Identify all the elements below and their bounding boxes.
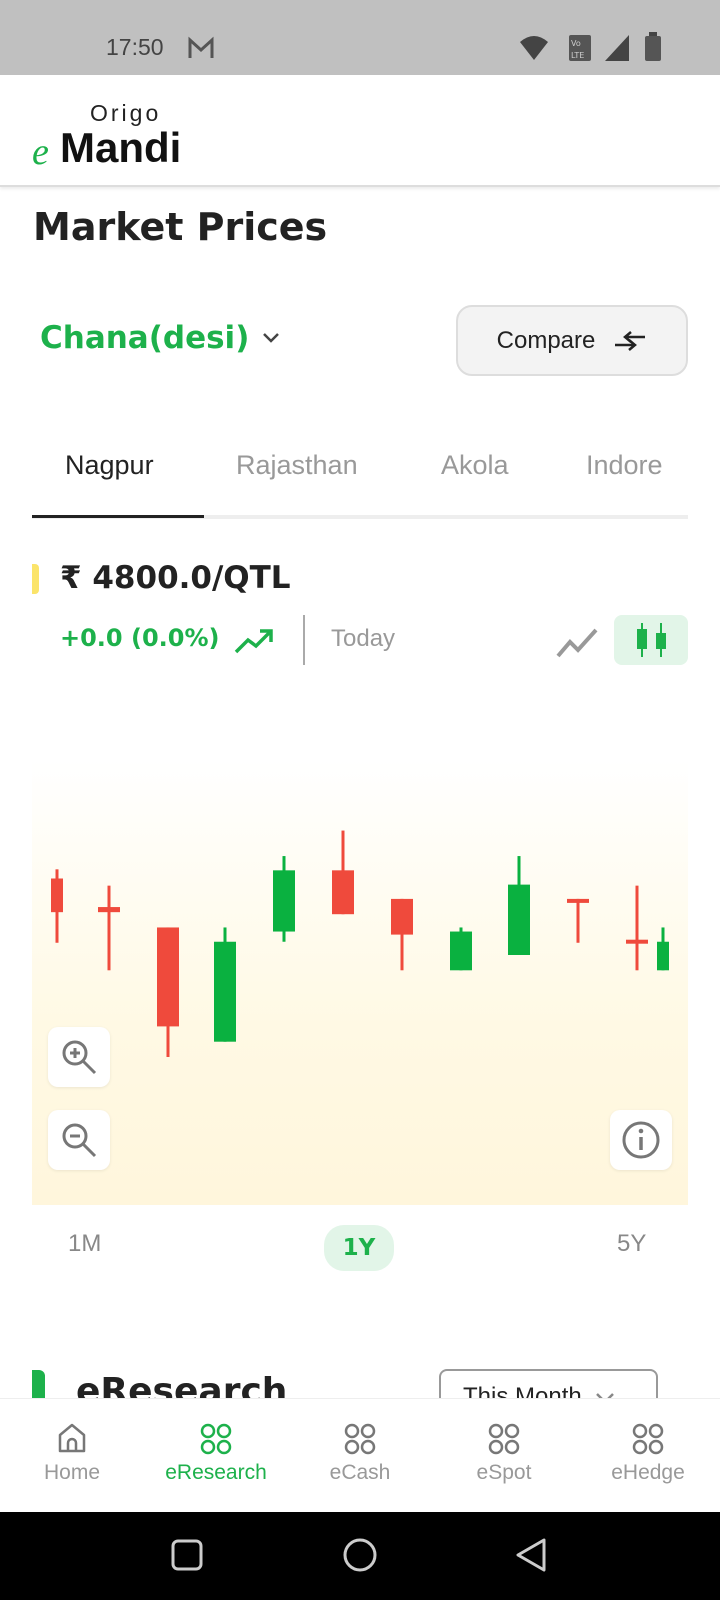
candle-body <box>98 907 120 913</box>
grid-icon <box>200 1423 232 1455</box>
candle-body <box>51 878 63 913</box>
grid-icon <box>344 1423 376 1455</box>
swap-arrows-icon <box>615 330 646 351</box>
candle-body <box>273 870 295 932</box>
candle-5 <box>273 856 295 942</box>
tab-nagpur[interactable]: Nagpur <box>65 450 154 481</box>
battery-icon <box>645 32 661 61</box>
status-time: 17:50 <box>106 34 164 60</box>
chevron-down-icon <box>263 333 280 343</box>
candle-body <box>626 939 648 944</box>
emandi-logo[interactable]: Origo e Mandi <box>30 90 200 180</box>
volte-icon: Vo LTE <box>569 35 591 61</box>
candle-body <box>332 870 354 915</box>
price-value: ₹ 4800.0/QTL <box>60 560 291 596</box>
candle-body <box>391 898 413 935</box>
candle-wick <box>576 898 580 943</box>
timeframe-5y[interactable]: 5Y <box>617 1230 646 1258</box>
nav-label: eSpot <box>476 1461 532 1484</box>
price-marker <box>32 564 39 594</box>
candlestick-toggle[interactable] <box>614 615 688 665</box>
candle-wick <box>635 885 639 971</box>
price-chart[interactable] <box>32 760 688 1205</box>
commodity-dropdown[interactable]: Chana(desi) <box>40 320 281 356</box>
commodity-label: Chana(desi) <box>40 320 250 356</box>
zoom-out-button[interactable] <box>48 1110 110 1170</box>
svg-text:Vo: Vo <box>571 39 581 48</box>
candle-body <box>450 931 472 971</box>
zoom-in-icon <box>62 1040 97 1075</box>
zoom-out-icon <box>62 1123 97 1158</box>
nav-label: eCash <box>329 1461 391 1484</box>
trending-up-icon <box>234 629 273 654</box>
nav-espot[interactable]: eSpot <box>444 1399 564 1513</box>
candle-body <box>508 884 530 955</box>
line-chart-toggle[interactable] <box>556 626 600 660</box>
candle-11 <box>626 885 648 971</box>
system-nav-bar <box>0 1512 720 1600</box>
candle-10 <box>567 898 589 943</box>
home-icon <box>58 1423 86 1453</box>
active-tab-indicator <box>32 515 204 518</box>
tab-indore[interactable]: Indore <box>586 450 663 481</box>
nav-label: eHedge <box>611 1461 685 1484</box>
candle-9 <box>508 856 530 955</box>
grid-icon <box>488 1423 520 1455</box>
tab-akola[interactable]: Akola <box>441 450 509 481</box>
recents-icon[interactable] <box>170 1538 204 1572</box>
nav-ehedge[interactable]: eHedge <box>588 1399 708 1513</box>
candle-body <box>657 941 669 971</box>
timeframe-1y[interactable]: 1Y <box>324 1225 394 1271</box>
wifi-icon <box>520 36 548 60</box>
candle-12 <box>657 927 669 971</box>
info-icon <box>622 1121 660 1159</box>
compare-label: Compare <box>496 326 596 354</box>
timeframe-1y-label: 1Y <box>342 1235 376 1261</box>
eresearch-marker <box>32 1370 45 1400</box>
info-button[interactable] <box>610 1110 672 1170</box>
nav-eresearch[interactable]: eResearch <box>156 1399 276 1513</box>
svg-text:LTE: LTE <box>571 51 584 60</box>
candlestick-icon <box>637 623 666 657</box>
candle-body <box>567 898 589 903</box>
price-change: +0.0 (0.0%) <box>60 624 220 652</box>
page-title: Market Prices <box>33 205 328 249</box>
home-circle-icon[interactable] <box>342 1537 378 1573</box>
candle-1 <box>51 869 63 943</box>
zoom-in-button[interactable] <box>48 1027 110 1087</box>
nav-ecash[interactable]: eCash <box>300 1399 420 1513</box>
candlestick-chart <box>51 830 669 1057</box>
candle-wick <box>107 885 111 971</box>
logo-origo: Origo <box>90 100 162 126</box>
candle-8 <box>450 927 472 971</box>
candle-6 <box>332 830 354 915</box>
grid-icon <box>632 1423 664 1455</box>
logo-e: e <box>32 131 49 173</box>
candle-3 <box>157 927 179 1057</box>
nav-home[interactable]: Home <box>12 1399 132 1513</box>
nav-label: Home <box>43 1461 101 1484</box>
nav-label: eResearch <box>165 1461 267 1484</box>
compare-button[interactable]: Compare <box>456 305 688 376</box>
signal-icon <box>605 35 629 61</box>
candle-body <box>157 927 179 1027</box>
logo-mandi: Mandi <box>60 124 182 171</box>
timeframe-1m[interactable]: 1M <box>68 1230 101 1258</box>
candle-body <box>214 941 236 1042</box>
divider <box>303 615 305 665</box>
app-header: Origo e Mandi <box>0 75 720 187</box>
candle-4 <box>214 927 236 1042</box>
gmail-icon <box>188 36 214 58</box>
tab-rajasthan[interactable]: Rajasthan <box>236 450 358 481</box>
candle-7 <box>391 898 413 971</box>
eresearch-title: eResearch <box>76 1372 288 1399</box>
price-period: Today <box>331 625 396 652</box>
status-bar: 17:50 Vo LTE <box>0 0 720 75</box>
candle-2 <box>98 885 120 971</box>
bottom-nav: Home eResearch eCash eSpot eHedge <box>0 1398 720 1512</box>
back-icon[interactable] <box>514 1537 548 1573</box>
